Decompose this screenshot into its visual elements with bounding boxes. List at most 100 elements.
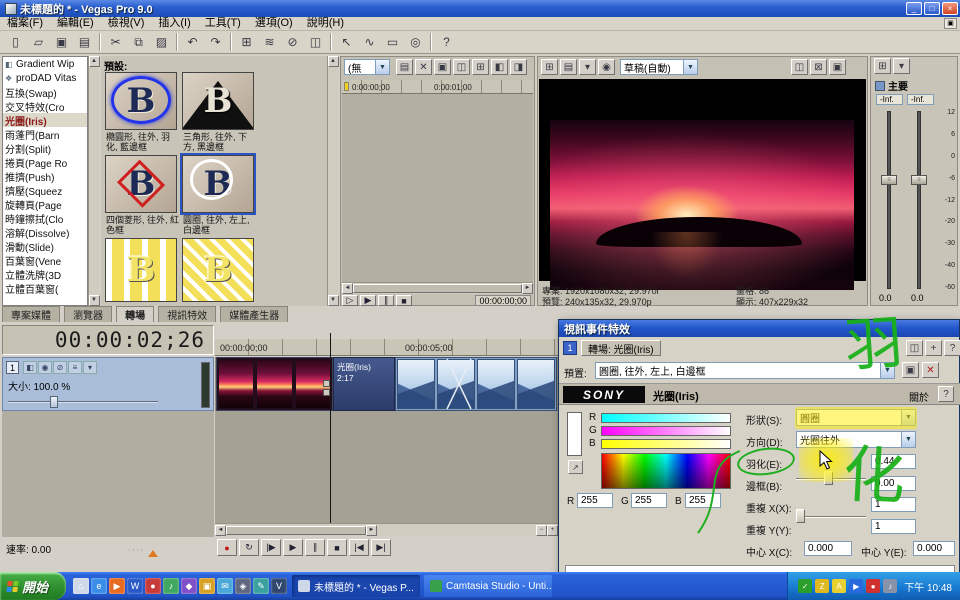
plugin-chain-icon[interactable]: ◫ xyxy=(906,340,923,356)
help-icon[interactable]: ? xyxy=(944,340,960,356)
feather-slider[interactable] xyxy=(796,470,866,486)
record-button[interactable]: ● xyxy=(217,539,237,556)
quick-launch-icon[interactable]: ✉ xyxy=(217,578,233,594)
preset-thumb-ellipse[interactable]: B xyxy=(105,72,177,130)
transition-item[interactable]: 推擠(Push) xyxy=(3,169,87,183)
preview-tool-icon[interactable]: ⊠ xyxy=(810,59,827,75)
quick-launch-icon[interactable]: ◆ xyxy=(181,578,197,594)
trimmer-tool-icon[interactable]: ◧ xyxy=(491,59,508,75)
master-fader-right[interactable]: ≡ xyxy=(911,175,927,185)
transition-item[interactable]: ❖ proDAD Vitas xyxy=(3,71,87,85)
trimmer-tool-icon[interactable]: ▣ xyxy=(434,59,451,75)
preview-tool-icon[interactable]: ◉ xyxy=(598,59,615,75)
paste-icon[interactable]: ▨ xyxy=(151,32,172,52)
green-value-field[interactable]: 255 xyxy=(631,493,667,508)
event-button-icon[interactable] xyxy=(323,389,330,396)
quick-launch-icon[interactable]: ▶ xyxy=(109,578,125,594)
track-button-icon[interactable]: ◉ xyxy=(38,361,52,374)
save-preset-icon[interactable]: ▣ xyxy=(902,362,919,378)
tray-icon[interactable]: Z xyxy=(815,579,829,593)
menu-item[interactable]: 插入(I) xyxy=(151,17,197,30)
transition-item[interactable]: ◧ Gradient Wip xyxy=(3,57,87,71)
trimmer-timecode[interactable]: 00:00:00;00 xyxy=(475,295,531,306)
fader-value-right[interactable]: -Inf. xyxy=(907,94,934,105)
preset-thumb-triangle[interactable]: B xyxy=(182,72,254,130)
transition-item[interactable]: 擠壓(Squeez xyxy=(3,183,87,197)
taskbar-item-camtasia[interactable]: Camtasia Studio - Unti... xyxy=(424,575,552,597)
event-button-icon[interactable] xyxy=(323,380,330,387)
timecode-display[interactable]: 00:00:02;26 xyxy=(2,325,214,355)
preview-tool-icon[interactable]: ⊞ xyxy=(541,59,558,75)
delete-preset-icon[interactable]: ✕ xyxy=(922,362,939,378)
transition-event[interactable]: 光圈(Iris) 2:17 xyxy=(333,357,395,411)
minimize-button[interactable]: _ xyxy=(906,2,922,15)
border-slider[interactable] xyxy=(796,508,866,524)
trimmer-tool-icon[interactable]: ✕ xyxy=(415,59,432,75)
center-x-field[interactable]: 0.000 xyxy=(804,541,852,556)
quick-launch-icon[interactable]: ◈ xyxy=(235,578,251,594)
tray-icon[interactable]: ✓ xyxy=(798,579,812,593)
scroll-up-icon[interactable]: ▲ xyxy=(328,56,339,67)
shape-dropdown[interactable]: 圓圈 ▼ xyxy=(796,409,916,426)
undo-icon[interactable]: ↶ xyxy=(182,32,203,52)
scroll-right-icon[interactable]: ► xyxy=(522,283,533,294)
close-button[interactable]: × xyxy=(942,2,958,15)
trimmer-tool-icon[interactable]: ◨ xyxy=(510,59,527,75)
fader-value-left[interactable]: -Inf. xyxy=(876,94,903,105)
tray-icon[interactable]: ♪ xyxy=(883,579,897,593)
scrollbar-thumb[interactable] xyxy=(353,284,522,293)
normal-tool-icon[interactable]: ↖ xyxy=(336,32,357,52)
auto-ripple-icon[interactable]: ≋ xyxy=(259,32,280,52)
preview-tool-icon[interactable]: ◫ xyxy=(791,59,808,75)
tab-video-fx[interactable]: 視訊特效 xyxy=(158,306,216,322)
save-icon[interactable]: ▣ xyxy=(51,32,72,52)
menu-item[interactable]: 選項(O) xyxy=(248,17,300,30)
preview-tool-icon[interactable]: ▣ xyxy=(829,59,846,75)
preview-quality-dropdown[interactable]: 草稿(自動) ▼ xyxy=(620,59,698,75)
eyedropper-icon[interactable]: ↗ xyxy=(568,460,583,474)
transition-item[interactable]: 交叉特效(Cro xyxy=(3,99,87,113)
transition-item[interactable]: 滑動(Slide) xyxy=(3,239,87,253)
stop-button[interactable]: ■ xyxy=(396,295,412,306)
selection-tool-icon[interactable]: ▭ xyxy=(382,32,403,52)
preview-tool-icon[interactable]: ▤ xyxy=(560,59,577,75)
envelope-tool-icon[interactable]: ∿ xyxy=(359,32,380,52)
transition-item[interactable]: 雨蓬門(Barn xyxy=(3,127,87,141)
menu-item[interactable]: 工具(T) xyxy=(198,17,248,30)
pause-button[interactable]: ∥ xyxy=(378,295,394,306)
menu-item[interactable]: 說明(H) xyxy=(300,17,351,30)
transition-item[interactable]: 時鐘擦拭(Clo xyxy=(3,211,87,225)
transition-item[interactable]: 光圈(Iris) xyxy=(3,113,87,127)
mixer-tool-icon[interactable]: ▾ xyxy=(893,58,910,74)
maximize-button[interactable]: □ xyxy=(924,2,940,15)
open-icon[interactable]: ▱ xyxy=(28,32,49,52)
timeline-track[interactable]: 光圈(Iris) 2:17 xyxy=(215,357,558,411)
add-fx-icon[interactable]: + xyxy=(925,340,942,356)
tab-transitions[interactable]: 轉場 xyxy=(116,306,154,322)
stop-button[interactable]: ■ xyxy=(327,539,347,556)
tray-icon[interactable]: A xyxy=(832,579,846,593)
mdi-child-icon[interactable]: ▣ xyxy=(944,18,957,29)
zoom-tool-icon[interactable]: ◎ xyxy=(405,32,426,52)
transition-item[interactable]: 分割(Split) xyxy=(3,141,87,155)
cut-icon[interactable]: ✂ xyxy=(105,32,126,52)
feather-value-field[interactable]: 0.44 xyxy=(871,454,916,469)
slider-handle[interactable] xyxy=(796,509,805,523)
blue-gradient-strip[interactable] xyxy=(601,439,731,449)
timeline-scrollbar[interactable]: ◄ ► − + xyxy=(215,523,558,536)
menu-item[interactable]: 編輯(E) xyxy=(50,17,101,30)
help-icon[interactable]: ? xyxy=(436,32,457,52)
center-y-field[interactable]: 0.000 xyxy=(913,541,955,556)
go-to-end-button[interactable]: ▶| xyxy=(371,539,391,556)
group-events-icon[interactable]: ◫ xyxy=(305,32,326,52)
direction-dropdown[interactable]: 光圈往外 ▼ xyxy=(796,431,916,448)
transition-item[interactable]: 旋轉頁(Page xyxy=(3,197,87,211)
redo-icon[interactable]: ↷ xyxy=(205,32,226,52)
play-from-start-button[interactable]: ▷ xyxy=(342,295,358,306)
timeline-ruler[interactable]: 00:00:00;00 00:00:05;00 xyxy=(215,339,558,356)
transition-item[interactable]: 溶解(Dissolve) xyxy=(3,225,87,239)
scroll-down-icon[interactable]: ▼ xyxy=(328,295,339,306)
scrollbar-thumb[interactable] xyxy=(226,526,366,535)
blue-value-field[interactable]: 255 xyxy=(685,493,721,508)
menu-item[interactable]: 檢視(V) xyxy=(101,17,152,30)
